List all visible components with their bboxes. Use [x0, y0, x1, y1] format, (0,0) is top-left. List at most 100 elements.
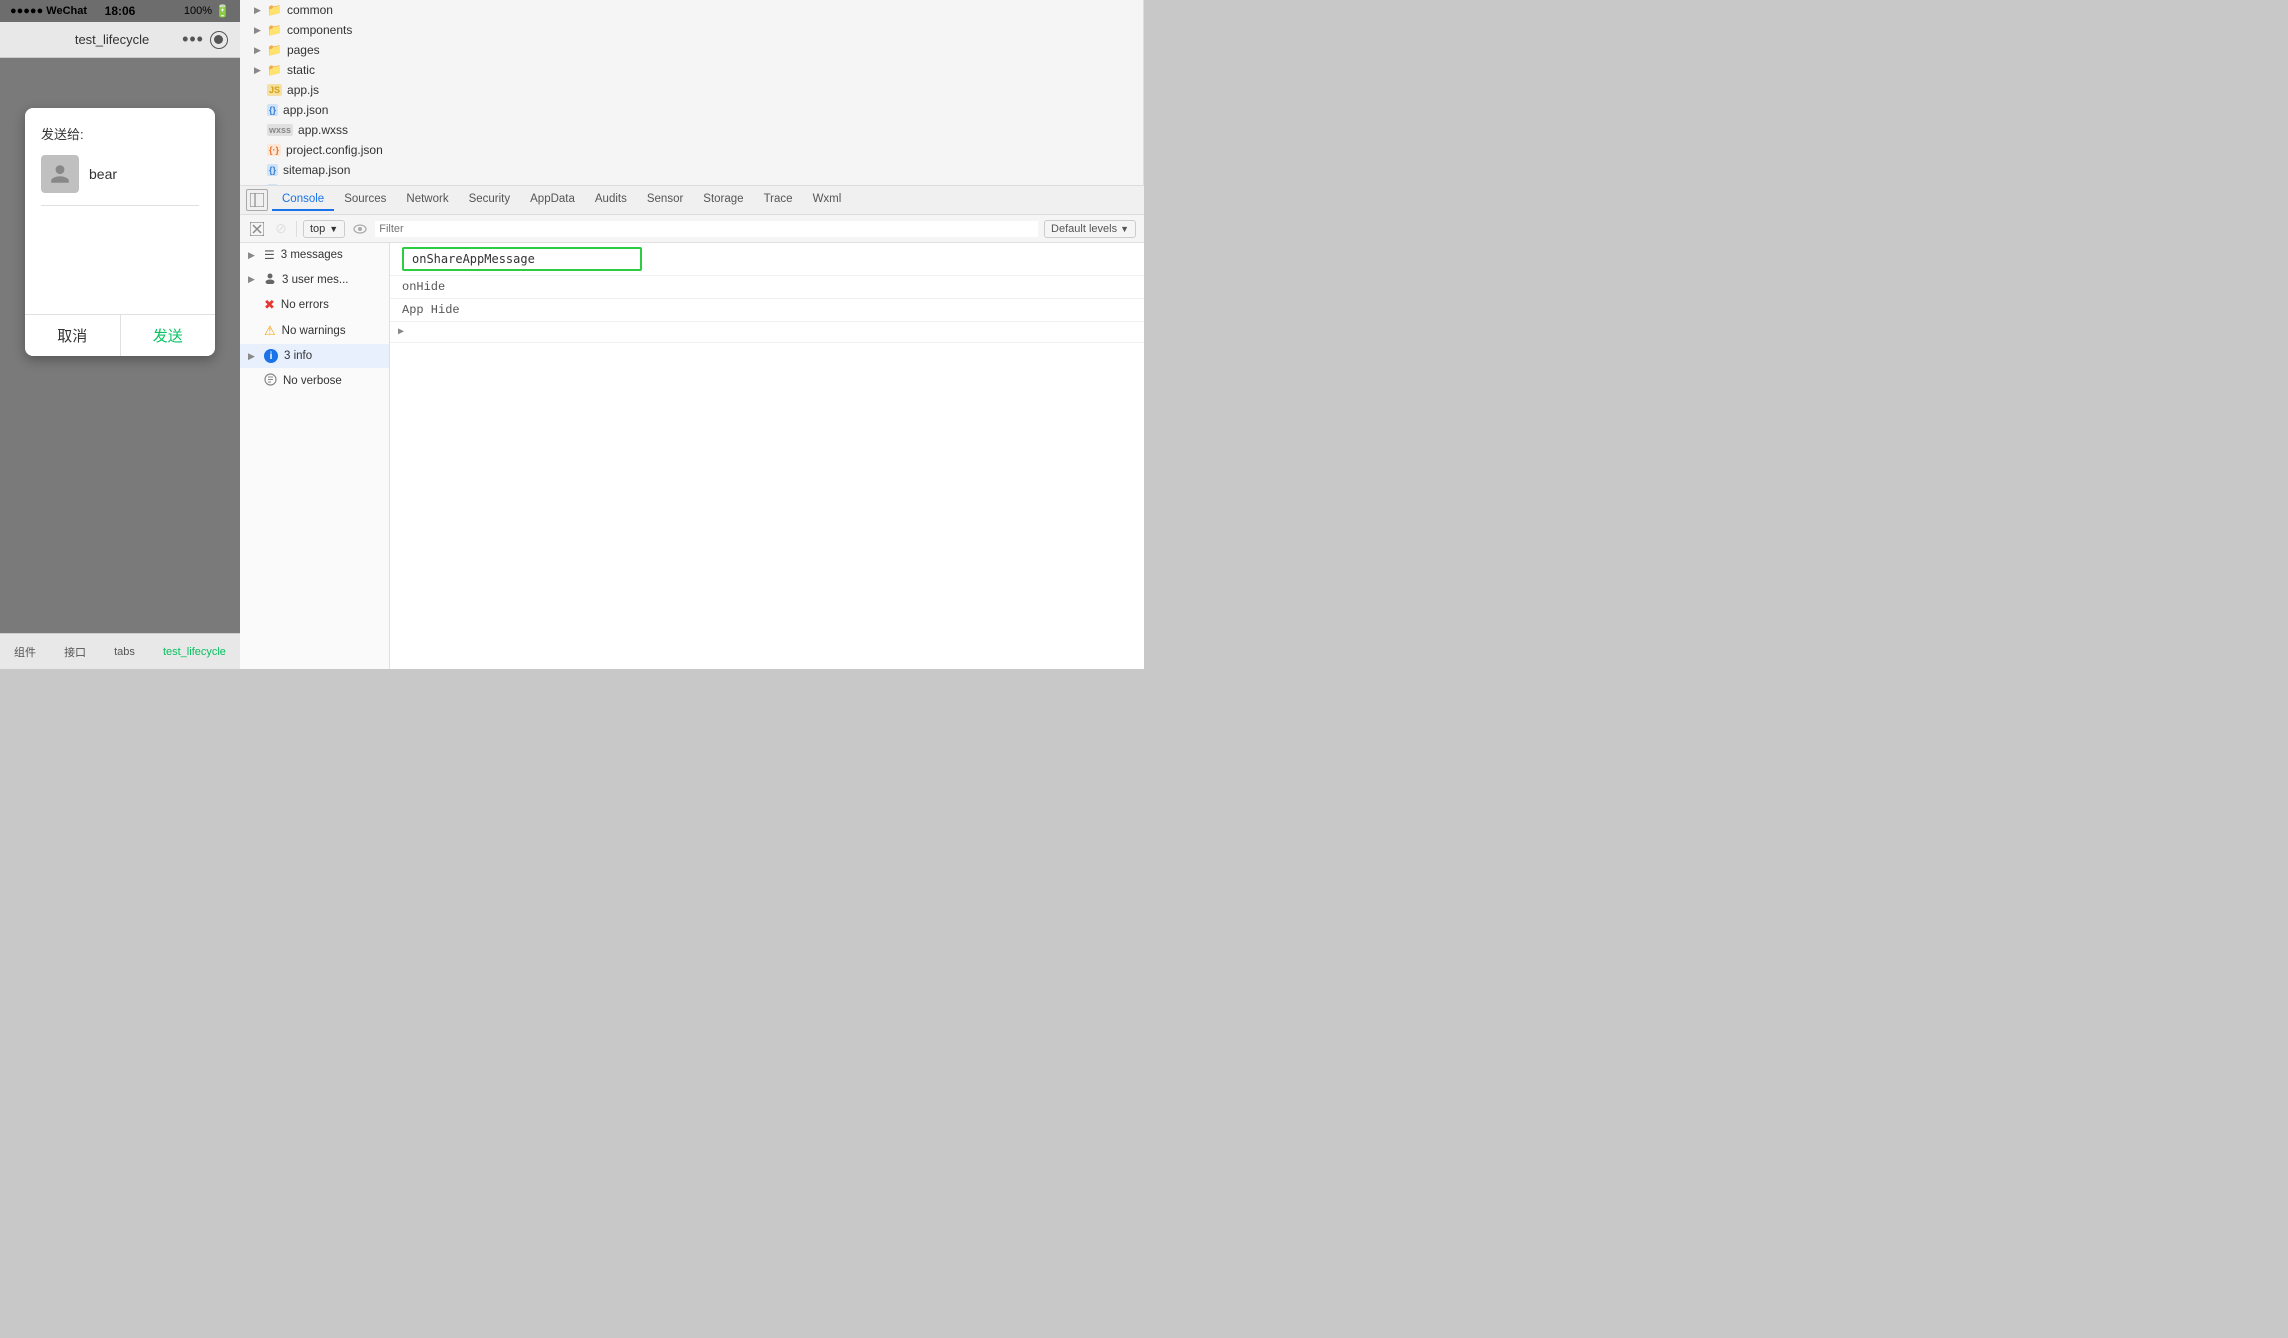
tab-security[interactable]: Security [459, 189, 521, 211]
console-input-value: onShareAppMessage [402, 247, 642, 271]
tab-sensor[interactable]: Sensor [637, 189, 693, 211]
nav-item-lifecycle[interactable]: test_lifecycle [163, 646, 226, 658]
cancel-button[interactable]: 取消 [25, 315, 121, 356]
sidebar-item-messages[interactable]: ▶ ☰ 3 messages [240, 243, 389, 267]
warnings-label: No warnings [282, 325, 346, 337]
console-entry-arrow[interactable]: ▶ [390, 322, 1144, 343]
share-dialog-footer: 取消 发送 [25, 314, 215, 356]
badge-config: {·} [267, 144, 281, 156]
levels-arrow: ▼ [1120, 224, 1129, 234]
console-body: ▶ ☰ 3 messages ▶ 3 user mes... [240, 243, 1144, 669]
file-name-appwxss: app.wxss [298, 123, 348, 137]
eye-svg [353, 224, 367, 234]
verbose-icon [264, 373, 277, 389]
errors-label: No errors [281, 299, 329, 311]
badge-json-sitemap: {} [267, 164, 278, 176]
tab-storage[interactable]: Storage [693, 189, 753, 211]
carrier-text: ●●●●● WeChat [10, 5, 87, 17]
context-select[interactable]: top ▼ [303, 220, 345, 238]
sidebar-item-warnings[interactable]: ▶ ⚠ No warnings [240, 318, 389, 344]
sidebar-item-user-messages[interactable]: ▶ 3 user mes... [240, 267, 389, 292]
eye-icon[interactable] [351, 220, 369, 238]
folder-arrow-pages: ▶ [254, 45, 264, 55]
tab-sources[interactable]: Sources [334, 189, 396, 211]
folder-arrow-static: ▶ [254, 65, 264, 75]
levels-label: Default levels [1051, 223, 1117, 235]
file-item-projectconfig[interactable]: {·} project.config.json [240, 140, 1143, 160]
verbose-label: No verbose [283, 375, 342, 387]
messages-arrow: ▶ [248, 250, 258, 261]
status-right: 100% 🔋 [184, 4, 230, 18]
file-item-appjs[interactable]: JS app.js [240, 80, 1143, 100]
clock: 18:06 [105, 4, 136, 18]
title-icons: ••• [182, 29, 228, 50]
entry-arrow-expand[interactable]: ▶ [398, 326, 404, 338]
tab-trace[interactable]: Trace [754, 189, 803, 211]
nav-item-components[interactable]: 组件 [14, 644, 36, 660]
console-entry-share: onShareAppMessage [390, 243, 1144, 276]
file-name-components: components [287, 23, 352, 37]
file-name-projectconfig: project.config.json [286, 143, 383, 157]
tab-appdata[interactable]: AppData [520, 189, 585, 211]
share-label: 发送给: [41, 124, 199, 143]
console-text-onhide: onHide [402, 280, 445, 294]
share-text-area[interactable] [41, 218, 199, 298]
console-entry-apphide: App Hide [390, 299, 1144, 322]
file-item-appwxss[interactable]: wxss app.wxss [240, 120, 1143, 140]
verbose-svg [264, 373, 277, 386]
file-item-sitemapjson[interactable]: {} sitemap.json [240, 160, 1143, 180]
phone-title-bar: test_lifecycle ••• [0, 22, 240, 58]
panel-toggle-icon[interactable] [246, 189, 268, 211]
folder-arrow-components: ▶ [254, 25, 264, 35]
tab-console[interactable]: Console [272, 189, 334, 211]
more-icon[interactable]: ••• [182, 29, 204, 50]
devtools-panel: ▶ 📁 common ▶ 📁 components ▶ 📁 pages ▶ 📁 … [240, 0, 1144, 669]
levels-select[interactable]: Default levels ▼ [1044, 220, 1136, 238]
file-item-pages[interactable]: ▶ 📁 pages [240, 40, 1143, 60]
file-item-common[interactable]: ▶ 📁 common [240, 0, 1143, 20]
phone-simulator: ●●●●● WeChat 18:06 100% 🔋 test_lifecycle… [0, 0, 240, 669]
console-toolbar: ⊘ top ▼ Default levels ▼ [240, 215, 1144, 243]
tab-network[interactable]: Network [396, 189, 458, 211]
bottom-nav: 组件 接口 tabs test_lifecycle [0, 633, 240, 669]
sidebar-item-errors[interactable]: ▶ ✖ No errors [240, 292, 389, 318]
devtools-tabs: Console Sources Network Security AppData… [240, 185, 1144, 215]
tab-wxml[interactable]: Wxml [803, 189, 852, 211]
clear-console-button[interactable] [248, 220, 266, 238]
user-messages-label: 3 user mes... [282, 274, 348, 286]
block-icon[interactable]: ⊘ [272, 220, 290, 238]
share-dialog-body: 发送给: bear [25, 108, 215, 314]
context-label: top [310, 223, 325, 235]
messages-label: 3 messages [281, 249, 343, 261]
error-icon: ✖ [264, 297, 275, 313]
send-button[interactable]: 发送 [121, 315, 216, 356]
messages-icon: ☰ [264, 248, 275, 262]
record-icon[interactable] [210, 31, 228, 49]
folder-icon-pages: 📁 [267, 43, 282, 57]
folder-icon-components: 📁 [267, 23, 282, 37]
badge-json-app: {} [267, 104, 278, 116]
nav-item-tabs[interactable]: tabs [114, 646, 135, 658]
share-dialog: 发送给: bear 取消 发送 [25, 108, 215, 356]
folder-icon-common: 📁 [267, 3, 282, 17]
console-content: ⊘ top ▼ Default levels ▼ [240, 215, 1144, 669]
file-name-common: common [287, 3, 333, 17]
sidebar-item-verbose[interactable]: ▶ No verbose [240, 368, 389, 394]
console-output: onShareAppMessage onHide App Hide ▶ [390, 243, 1144, 669]
file-tree: ▶ 📁 common ▶ 📁 components ▶ 📁 pages ▶ 📁 … [240, 0, 1144, 185]
user-messages-arrow: ▶ [248, 274, 258, 285]
file-name-sitemapjson: sitemap.json [283, 163, 350, 177]
toggle-svg [250, 193, 264, 207]
tab-audits[interactable]: Audits [585, 189, 637, 211]
file-item-static[interactable]: ▶ 📁 static [240, 60, 1143, 80]
toolbar-divider-1 [296, 221, 297, 237]
file-item-components[interactable]: ▶ 📁 components [240, 20, 1143, 40]
status-left: ●●●●● WeChat [10, 5, 87, 17]
file-item-appjson[interactable]: {} app.json [240, 100, 1143, 120]
filter-input[interactable] [375, 221, 1038, 237]
phone-status-bar: ●●●●● WeChat 18:06 100% 🔋 [0, 0, 240, 22]
console-text-apphide: App Hide [402, 303, 460, 317]
sidebar-item-info[interactable]: ▶ i 3 info [240, 344, 389, 368]
folder-icon-static: 📁 [267, 63, 282, 77]
nav-item-api[interactable]: 接口 [64, 644, 86, 660]
